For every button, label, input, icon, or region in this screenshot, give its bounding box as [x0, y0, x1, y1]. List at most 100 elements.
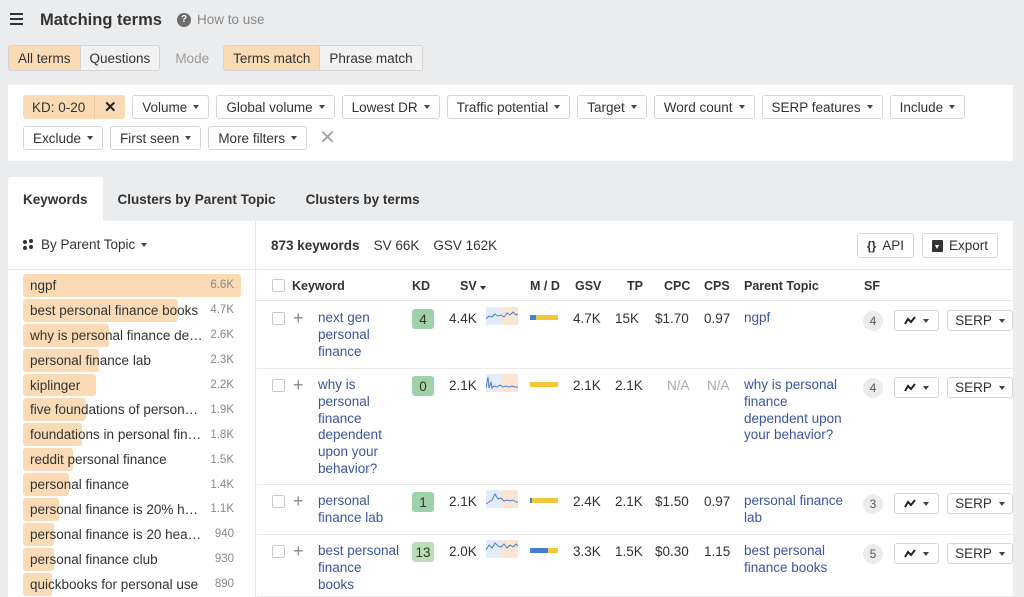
add-to-list-icon[interactable]: +: [293, 376, 304, 394]
trend-chart-button[interactable]: [894, 377, 939, 398]
global-volume-filter[interactable]: Global volume: [216, 95, 335, 119]
select-all-checkbox[interactable]: [272, 279, 285, 292]
col-keyword[interactable]: Keyword: [292, 279, 345, 293]
parent-topic-item[interactable]: personal finance is 20 hea… 940: [23, 522, 241, 547]
parent-topic-item[interactable]: personal finance 1.4K: [23, 472, 241, 497]
sv-value: 2.1K: [449, 378, 477, 393]
trend-line-icon: [904, 549, 916, 558]
desktop-share: [548, 548, 558, 553]
export-button[interactable]: Export: [921, 233, 998, 258]
serp-features-count[interactable]: 5: [863, 544, 883, 564]
how-to-use-label: How to use: [197, 12, 265, 27]
phrase-match-button[interactable]: Phrase match: [320, 46, 422, 70]
row-checkbox[interactable]: [272, 312, 285, 325]
parent-topic-name: reddit personal finance: [30, 452, 167, 468]
keyword-link[interactable]: best personal finance books: [318, 543, 399, 593]
serp-features-count[interactable]: 4: [863, 378, 883, 398]
parent-topic-item[interactable]: quickbooks for personal use 890: [23, 572, 241, 597]
col-sv[interactable]: SV: [460, 279, 487, 293]
first-seen-filter[interactable]: First seen: [110, 126, 202, 150]
serp-features-count[interactable]: 3: [863, 494, 883, 514]
serp-features-count[interactable]: 4: [863, 311, 883, 331]
keyword-link[interactable]: next gen personal finance: [318, 310, 370, 360]
row-checkbox[interactable]: [272, 495, 285, 508]
serp-button[interactable]: SERP: [947, 543, 1013, 564]
trend-chart-button[interactable]: [894, 543, 939, 564]
parent-topic-item[interactable]: personal finance lab 2.3K: [23, 348, 241, 373]
parent-topic-link[interactable]: why is personal finance dependent upon your…: [744, 377, 842, 444]
parent-topic-item[interactable]: foundations in personal fin… 1.8K: [23, 422, 241, 447]
col-parent-topic[interactable]: Parent Topic: [744, 279, 819, 293]
api-label: API: [882, 238, 904, 253]
serp-button[interactable]: SERP: [947, 310, 1013, 331]
include-filter[interactable]: Include: [889, 95, 966, 119]
parent-topic-link[interactable]: ngpf: [744, 310, 770, 327]
parent-topic-line: lab: [744, 509, 763, 525]
parent-topic-item[interactable]: personal finance is 20% h… 1.1K: [23, 497, 241, 522]
parent-topic-item[interactable]: kiplinger 2.2K: [23, 373, 241, 398]
keyword-link[interactable]: why is personal finance dependent upon your b…: [318, 377, 382, 478]
tab-clusters-by-terms[interactable]: Clusters by terms: [291, 177, 435, 221]
keyword-link[interactable]: personal finance lab: [318, 493, 383, 527]
api-button[interactable]: {} API: [856, 233, 914, 258]
parent-topic-item[interactable]: personal finance club 930: [23, 547, 241, 572]
remove-kd-filter-icon[interactable]: ✕: [95, 95, 125, 119]
more-filters-button[interactable]: More filters: [208, 126, 308, 150]
lowest-dr-filter[interactable]: Lowest DR: [341, 95, 440, 119]
parent-topic-name: kiplinger: [30, 377, 81, 393]
exclude-filter[interactable]: Exclude: [23, 126, 104, 150]
trend-chart-button[interactable]: [894, 310, 939, 331]
parent-topic-name: best personal finance books: [30, 302, 199, 318]
kd-filter-chip[interactable]: KD: 0-20 ✕: [23, 95, 126, 119]
parent-topic-item[interactable]: why is personal finance de… 2.6K: [23, 323, 241, 348]
col-kd[interactable]: KD: [412, 279, 430, 293]
questions-button[interactable]: Questions: [80, 46, 160, 70]
trend-chart-button[interactable]: [894, 493, 939, 514]
volume-filter[interactable]: Volume: [132, 95, 210, 119]
how-to-use-link[interactable]: ? How to use: [177, 12, 265, 27]
serp-button[interactable]: SERP: [947, 493, 1013, 514]
serp-features-filter[interactable]: SERP features: [761, 95, 883, 119]
parent-topic-item[interactable]: five foundations of person… 1.9K: [23, 397, 241, 422]
hamburger-menu-icon[interactable]: [10, 13, 23, 25]
all-terms-button[interactable]: All terms: [9, 46, 81, 70]
parent-topic-link[interactable]: personal finance lab: [744, 493, 843, 527]
caret-down-icon: [423, 105, 430, 109]
keyword-line: upon your: [318, 444, 379, 460]
parent-topic-link[interactable]: best personal finance books: [744, 543, 827, 577]
table-row: + why is personal finance dependent upon your…: [257, 369, 1013, 485]
caret-down-icon: [738, 105, 745, 109]
page-scrollbar[interactable]: [1013, 221, 1024, 597]
col-md[interactable]: M / D: [530, 279, 560, 293]
parent-topic-item[interactable]: ngpf 6.6K: [23, 273, 241, 298]
col-tp[interactable]: TP: [627, 279, 643, 293]
parent-topic-volume: 6.6K: [210, 279, 234, 292]
tab-clusters-by-parent-topic[interactable]: Clusters by Parent Topic: [103, 177, 291, 221]
col-sf[interactable]: SF: [864, 279, 880, 293]
serp-button[interactable]: SERP: [947, 377, 1013, 398]
parent-topic-name: personal finance club: [30, 551, 158, 567]
col-cps[interactable]: CPS: [704, 279, 730, 293]
parent-topic-item[interactable]: best personal finance books 4.7K: [23, 298, 241, 323]
caret-down-icon: [193, 105, 200, 109]
add-to-list-icon[interactable]: +: [293, 309, 304, 327]
add-to-list-icon[interactable]: +: [293, 542, 304, 560]
parent-topic-volume: 940: [214, 528, 234, 541]
add-to-list-icon[interactable]: +: [293, 492, 304, 510]
terms-match-button[interactable]: Terms match: [224, 46, 321, 70]
col-cpc[interactable]: CPC: [664, 279, 690, 293]
keyword-line: personal: [318, 493, 370, 508]
group-by-dropdown[interactable]: By Parent Topic: [23, 237, 148, 252]
row-checkbox[interactable]: [272, 379, 285, 392]
target-filter[interactable]: Target: [577, 95, 647, 119]
caret-down-icon: [998, 551, 1005, 556]
col-gsv[interactable]: GSV: [575, 279, 601, 293]
row-checkbox[interactable]: [272, 545, 285, 558]
kd-filter-label[interactable]: KD: 0-20: [23, 95, 96, 119]
col-sv-label: SV: [460, 279, 477, 293]
clear-filters-icon[interactable]: ✕: [319, 126, 336, 150]
tab-keywords[interactable]: Keywords: [8, 177, 103, 221]
parent-topic-item[interactable]: reddit personal finance 1.5K: [23, 447, 241, 472]
word-count-filter[interactable]: Word count: [653, 95, 755, 119]
traffic-potential-filter[interactable]: Traffic potential: [446, 95, 571, 119]
